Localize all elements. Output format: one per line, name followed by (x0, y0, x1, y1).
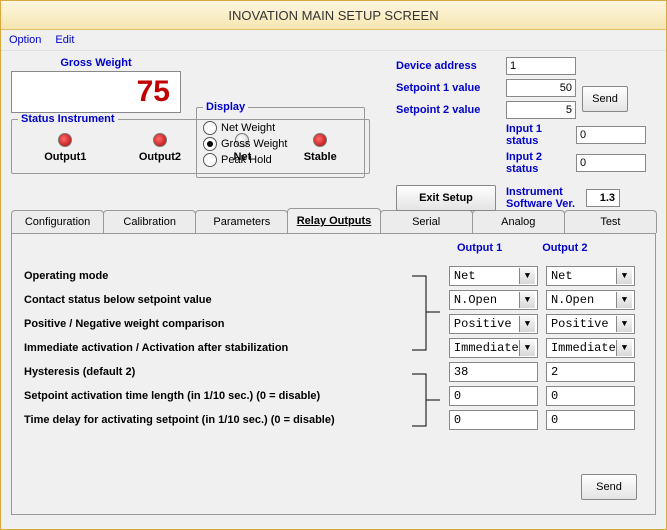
immediate-label: Immediate activation / Activation after … (24, 342, 419, 354)
status-output2-label: Output2 (139, 151, 181, 163)
send-button-top[interactable]: Send (582, 86, 628, 112)
pos-neg-out2[interactable]: Positive▼ (546, 314, 635, 334)
gross-weight-label: Gross Weight (11, 57, 181, 69)
time-delay-label: Time delay for activating setpoint (in 1… (24, 414, 419, 426)
device-grid: Device address Setpoint 1 value Send Set… (396, 57, 656, 179)
tab-calibration[interactable]: Calibration (103, 210, 196, 233)
tab-serial[interactable]: Serial (380, 210, 473, 233)
radio-peak-label: Peak Hold (221, 154, 272, 166)
setpoint1-input[interactable] (506, 79, 576, 97)
status-output1: Output1 (44, 133, 86, 163)
pos-neg-label: Positive / Negative weight comparison (24, 318, 419, 330)
send-button-bottom[interactable]: Send (581, 474, 637, 500)
tab-strip: Configuration Calibration Parameters Rel… (1, 209, 666, 233)
immediate-out2[interactable]: Immediate▼ (546, 338, 635, 358)
setpoint2-label: Setpoint 2 value (396, 104, 506, 116)
display-group: Display Net Weight Gross Weight Peak Hol… (196, 101, 365, 178)
led-output1 (58, 133, 72, 147)
chevron-down-icon: ▼ (616, 340, 632, 356)
tab-analog[interactable]: Analog (472, 210, 565, 233)
software-version-label: Instrument Software Ver. (506, 186, 576, 210)
chevron-down-icon: ▼ (519, 340, 535, 356)
output1-header: Output 1 (457, 242, 502, 254)
exit-setup-button[interactable]: Exit Setup (396, 185, 496, 211)
display-legend: Display (203, 101, 248, 113)
contact-status-out2[interactable]: N.Open▼ (546, 290, 635, 310)
status-output1-label: Output1 (44, 151, 86, 163)
setpoint2-input[interactable] (506, 101, 576, 119)
software-version-value: 1.3 (586, 189, 620, 207)
operating-mode-out2[interactable]: Net▼ (546, 266, 635, 286)
status-output2: Output2 (139, 133, 181, 163)
hysteresis-label: Hysteresis (default 2) (24, 366, 419, 378)
radio-icon (203, 153, 217, 167)
contact-status-out1[interactable]: N.Open▼ (449, 290, 538, 310)
led-output2 (153, 133, 167, 147)
chevron-down-icon: ▼ (519, 316, 535, 332)
device-address-label: Device address (396, 60, 506, 72)
radio-icon (203, 137, 217, 151)
radio-peak-hold[interactable]: Peak Hold (203, 153, 358, 167)
radio-icon (203, 121, 217, 135)
radio-net-weight[interactable]: Net Weight (203, 121, 358, 135)
relay-outputs-panel: Output 1 Output 2 Operating mode Net▼ Ne… (11, 233, 656, 515)
chevron-down-icon: ▼ (616, 292, 632, 308)
chevron-down-icon: ▼ (616, 268, 632, 284)
input1-label: Input 1 status (506, 123, 576, 147)
radio-gross-label: Gross Weight (221, 138, 287, 150)
menu-bar: Option Edit (1, 30, 666, 51)
window-title: INOVATION MAIN SETUP SCREEN (1, 1, 666, 30)
chevron-down-icon: ▼ (616, 316, 632, 332)
activation-length-out1[interactable]: 0 (449, 386, 538, 406)
activation-length-out2[interactable]: 0 (546, 386, 635, 406)
setpoint1-label: Setpoint 1 value (396, 82, 506, 94)
contact-status-label: Contact status below setpoint value (24, 294, 419, 306)
radio-net-label: Net Weight (221, 122, 275, 134)
input2-label: Input 2 status (506, 151, 576, 175)
input1-value[interactable] (576, 126, 646, 144)
chevron-down-icon: ▼ (519, 292, 535, 308)
radio-gross-weight[interactable]: Gross Weight (203, 137, 358, 151)
status-legend: Status Instrument (18, 113, 118, 125)
tab-configuration[interactable]: Configuration (11, 210, 104, 233)
output2-header: Output 2 (542, 242, 587, 254)
chevron-down-icon: ▼ (519, 268, 535, 284)
menu-edit[interactable]: Edit (55, 34, 74, 46)
activation-length-label: Setpoint activation time length (in 1/10… (24, 390, 419, 402)
gross-weight-value: 75 (11, 71, 181, 113)
tab-parameters[interactable]: Parameters (195, 210, 288, 233)
input2-value[interactable] (576, 154, 646, 172)
hysteresis-out1[interactable]: 38 (449, 362, 538, 382)
operating-mode-out1[interactable]: Net▼ (449, 266, 538, 286)
hysteresis-out2[interactable]: 2 (546, 362, 635, 382)
pos-neg-out1[interactable]: Positive▼ (449, 314, 538, 334)
tab-relay-outputs[interactable]: Relay Outputs (287, 208, 380, 233)
menu-option[interactable]: Option (9, 34, 41, 46)
device-address-input[interactable] (506, 57, 576, 75)
immediate-out1[interactable]: Immediate▼ (449, 338, 538, 358)
time-delay-out1[interactable]: 0 (449, 410, 538, 430)
time-delay-out2[interactable]: 0 (546, 410, 635, 430)
tab-test[interactable]: Test (564, 210, 657, 233)
operating-mode-label: Operating mode (24, 270, 419, 282)
